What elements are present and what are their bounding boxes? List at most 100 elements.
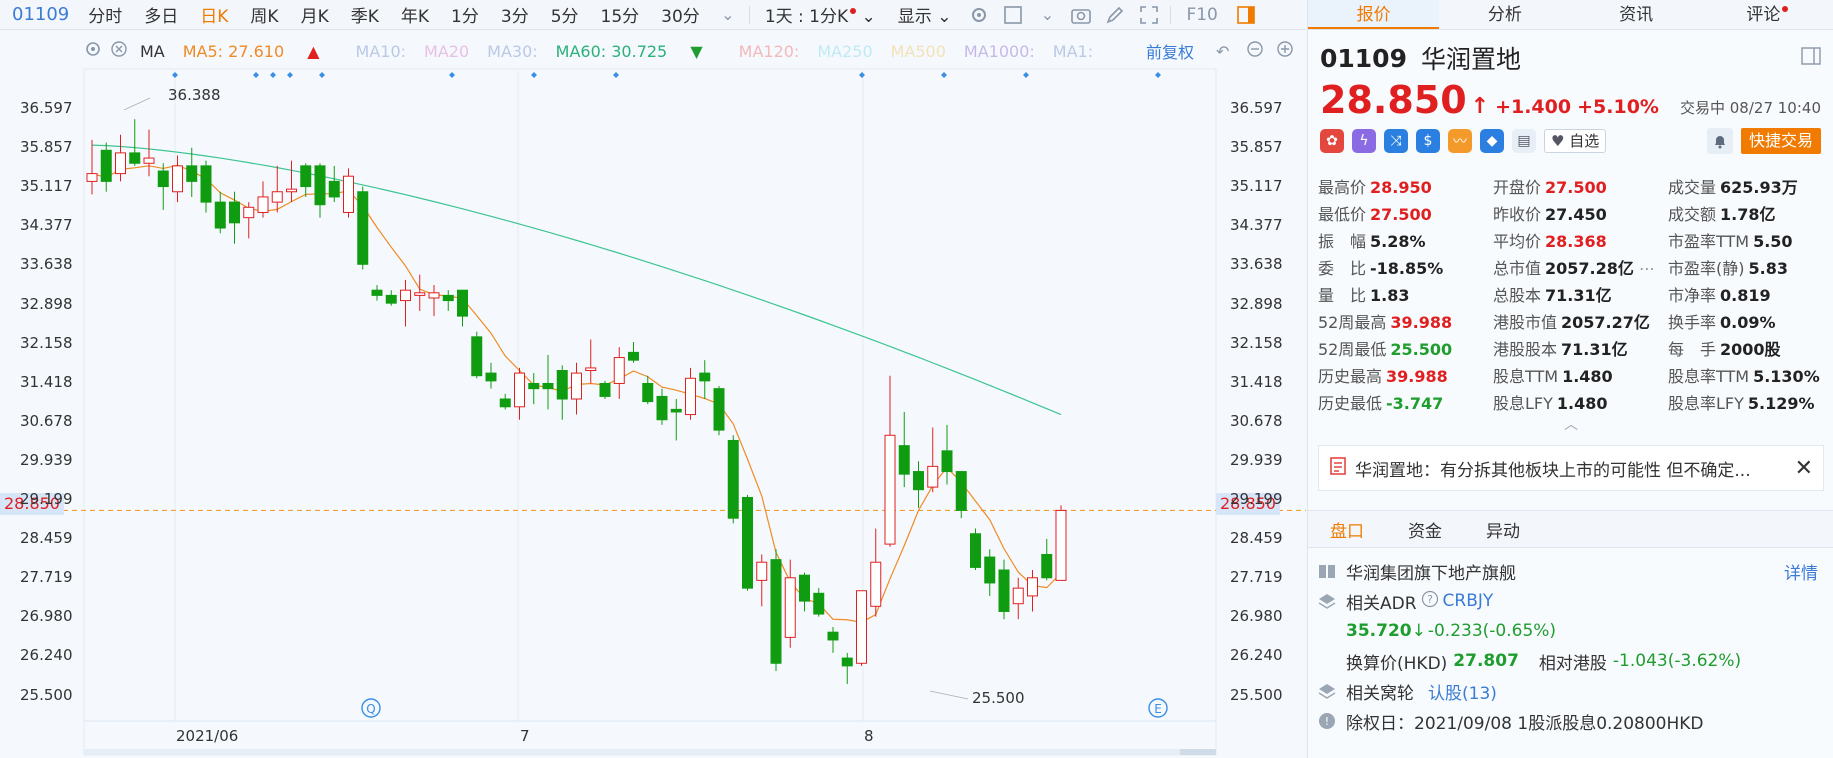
candle[interactable]	[970, 528, 981, 571]
candle[interactable]	[898, 411, 910, 488]
candle[interactable]	[471, 331, 483, 379]
news-headline[interactable]: 华润置地：有分拆其他板块上市的可能性 但不确定...	[1355, 456, 1795, 481]
lightning-icon[interactable]: ϟ	[1352, 129, 1376, 153]
candle[interactable]	[984, 549, 996, 596]
candle[interactable]	[713, 386, 725, 436]
candle[interactable]	[998, 559, 1010, 620]
event-marker[interactable]	[319, 72, 325, 78]
event-marker[interactable]	[449, 72, 455, 78]
candle[interactable]	[799, 572, 810, 612]
tab-30min[interactable]: 30分	[650, 2, 711, 27]
candle[interactable]	[214, 191, 226, 234]
tab-yuek[interactable]: 月K	[290, 2, 340, 27]
tab-quote[interactable]: 报价	[1308, 0, 1440, 29]
sidebar-toggle-icon[interactable]	[1235, 4, 1257, 26]
candle[interactable]	[414, 274, 426, 311]
candle[interactable]	[343, 168, 354, 218]
candle[interactable]	[300, 163, 312, 197]
note-icon[interactable]: ▤	[1512, 129, 1536, 153]
candle[interactable]	[884, 375, 896, 547]
candle[interactable]	[143, 129, 155, 177]
candle[interactable]	[727, 435, 739, 524]
candle[interactable]	[499, 393, 511, 410]
candle[interactable]	[400, 279, 411, 327]
more-icon[interactable]: ⋯	[1634, 259, 1655, 278]
adr-code-link[interactable]: CRBJY	[1443, 591, 1494, 611]
fullscreen-icon[interactable]	[1138, 4, 1160, 26]
candle[interactable]	[742, 494, 753, 591]
candle[interactable]	[756, 554, 768, 607]
square-icon[interactable]	[1002, 4, 1024, 26]
candle[interactable]	[257, 181, 269, 218]
candle[interactable]	[656, 388, 668, 425]
shuffle-icon[interactable]: ⤨	[1384, 129, 1408, 153]
bell-icon[interactable]	[1706, 128, 1733, 154]
camera-icon[interactable]	[1070, 4, 1092, 26]
candle[interactable]	[542, 354, 554, 410]
candle[interactable]	[870, 528, 882, 617]
candle[interactable]	[129, 119, 141, 166]
candle[interactable]	[955, 471, 967, 519]
candle[interactable]	[613, 347, 625, 400]
pen-icon[interactable]	[1104, 4, 1126, 26]
event-marker[interactable]	[531, 72, 537, 78]
subtab-movement[interactable]: 异动	[1464, 517, 1542, 542]
candle[interactable]	[571, 362, 582, 415]
candle[interactable]	[328, 165, 340, 203]
candle[interactable]	[1055, 505, 1067, 581]
candle[interactable]	[670, 399, 682, 441]
candle[interactable]	[157, 163, 169, 210]
candle[interactable]	[528, 373, 540, 405]
candle[interactable]	[428, 285, 440, 317]
event-marker[interactable]	[253, 72, 259, 78]
tag-icon[interactable]: ◆	[1480, 129, 1504, 153]
candle[interactable]	[243, 202, 255, 239]
event-marker[interactable]	[1155, 72, 1161, 78]
candle[interactable]	[941, 424, 953, 485]
candle[interactable]	[457, 289, 468, 327]
event-marker[interactable]	[859, 72, 865, 78]
scrollbar-thumb[interactable]	[1180, 749, 1216, 755]
subtab-pankou[interactable]: 盘口	[1308, 517, 1386, 542]
subtab-funds[interactable]: 资金	[1386, 517, 1464, 542]
tab-jik[interactable]: 季K	[340, 2, 390, 27]
candle[interactable]	[1012, 577, 1024, 620]
candle[interactable]	[314, 163, 326, 218]
tab-1min[interactable]: 1分	[440, 2, 490, 27]
candle[interactable]	[100, 142, 112, 192]
chevron-down-icon[interactable]: ⌄	[1036, 4, 1058, 26]
candle[interactable]	[699, 360, 711, 400]
candle[interactable]	[599, 380, 611, 400]
candle[interactable]	[784, 559, 796, 648]
candle[interactable]	[1041, 538, 1053, 581]
candle[interactable]	[229, 191, 240, 244]
warrant-link[interactable]: 认股(13)	[1428, 679, 1497, 704]
candle[interactable]	[86, 139, 98, 195]
tab-analysis[interactable]: 分析	[1439, 0, 1570, 29]
candle[interactable]	[827, 627, 839, 653]
candle[interactable]	[514, 367, 525, 420]
candle[interactable]	[913, 461, 924, 508]
candle[interactable]	[371, 285, 383, 301]
tab-fenshi[interactable]: 分时	[77, 2, 133, 27]
candle[interactable]	[442, 290, 454, 311]
detail-link[interactable]: 详情	[1784, 559, 1818, 584]
panel-layout-icon[interactable]	[1801, 47, 1821, 69]
candle[interactable]	[927, 427, 939, 493]
tab-rik[interactable]: 日K	[189, 2, 239, 27]
event-marker[interactable]	[172, 72, 178, 78]
tab-3min[interactable]: 3分	[490, 2, 540, 27]
event-marker[interactable]	[941, 72, 947, 78]
event-marker[interactable]	[287, 72, 293, 78]
candle[interactable]	[385, 290, 397, 306]
candle[interactable]	[485, 362, 497, 389]
candle[interactable]	[770, 549, 782, 672]
candle[interactable]	[200, 160, 212, 213]
chevron-down-icon[interactable]: ⌄	[717, 4, 739, 26]
hk-flag-icon[interactable]: ✿	[1320, 129, 1344, 153]
candle[interactable]	[856, 590, 867, 666]
candle[interactable]	[357, 186, 369, 270]
kline-chart-area[interactable]: MA MA5: 27.610 ▲ MA10: MA20 MA30: MA60: …	[0, 31, 1306, 758]
candle[interactable]	[841, 652, 853, 684]
news-banner[interactable]: 华润置地：有分拆其他板块上市的可能性 但不确定... ✕	[1318, 445, 1824, 491]
